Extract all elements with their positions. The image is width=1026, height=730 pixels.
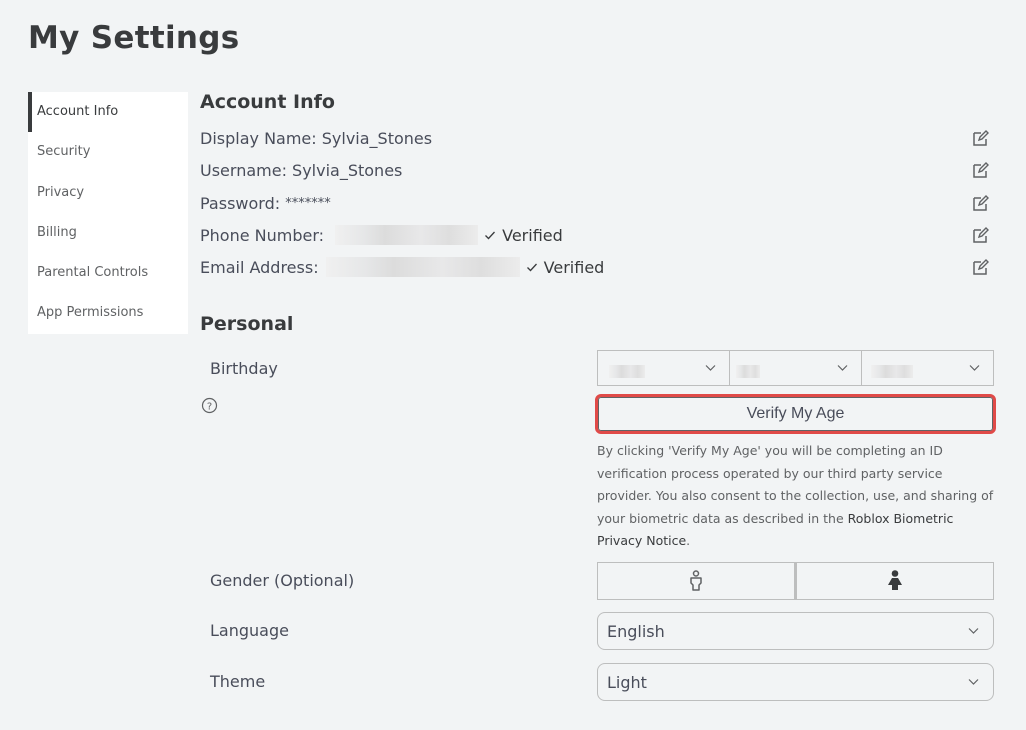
birthday-selectors bbox=[597, 350, 994, 386]
birthday-month-redacted bbox=[609, 365, 645, 378]
sidebar-item-privacy[interactable]: Privacy bbox=[28, 173, 188, 213]
chevron-down-icon bbox=[969, 365, 980, 371]
password-label: Password: bbox=[200, 193, 286, 213]
language-select[interactable]: English bbox=[597, 612, 994, 650]
male-outline-icon bbox=[690, 570, 702, 591]
birthday-day-redacted bbox=[736, 365, 760, 378]
birthday-year-redacted bbox=[871, 365, 913, 378]
birthday-label: Birthday bbox=[210, 359, 278, 378]
email-verified-badge: Verified bbox=[526, 257, 605, 277]
chevron-down-icon bbox=[837, 365, 848, 371]
settings-sidebar: Account Info Security Privacy Billing Pa… bbox=[28, 92, 188, 334]
phone-label: Phone Number: bbox=[200, 225, 330, 245]
theme-select[interactable]: Light bbox=[597, 663, 994, 701]
theme-value: Light bbox=[607, 672, 647, 692]
phone-verified-text: Verified bbox=[502, 225, 563, 245]
email-verified-text: Verified bbox=[543, 257, 605, 277]
sidebar-item-account-info[interactable]: Account Info bbox=[28, 92, 188, 133]
disclaimer-end: . bbox=[686, 533, 691, 548]
question-circle-icon[interactable]: ? bbox=[201, 397, 218, 414]
display-name-label: Display Name: bbox=[200, 128, 322, 148]
svg-text:?: ? bbox=[207, 401, 212, 412]
username-label: Username: bbox=[200, 160, 293, 180]
edit-email-icon[interactable] bbox=[972, 258, 990, 276]
verify-my-age-button[interactable]: Verify My Age bbox=[595, 394, 996, 434]
sidebar-item-parental-controls[interactable]: Parental Controls bbox=[28, 253, 188, 293]
edit-display-name-icon[interactable] bbox=[972, 129, 990, 147]
chevron-down-icon bbox=[968, 628, 979, 634]
edit-username-icon[interactable] bbox=[972, 161, 990, 179]
password-row: Password: ******* bbox=[200, 190, 990, 216]
password-value: ******* bbox=[285, 195, 331, 211]
sidebar-item-billing[interactable]: Billing bbox=[28, 213, 188, 253]
phone-value-redacted bbox=[335, 225, 479, 245]
personal-heading: Personal bbox=[200, 313, 294, 335]
username-row: Username: Sylvia_Stones bbox=[200, 157, 990, 183]
username-value: Sylvia_Stones bbox=[292, 160, 403, 180]
gender-male-button[interactable] bbox=[597, 562, 795, 600]
language-label: Language bbox=[210, 621, 289, 640]
email-row: Email Address: Verified bbox=[200, 254, 990, 280]
gender-female-button[interactable] bbox=[795, 562, 994, 600]
check-icon bbox=[526, 263, 537, 272]
female-filled-icon bbox=[888, 570, 902, 590]
chevron-down-icon bbox=[705, 365, 716, 371]
birthday-year-select[interactable] bbox=[862, 350, 994, 386]
check-icon bbox=[485, 231, 496, 240]
email-label: Email Address: bbox=[200, 257, 324, 277]
phone-verified-badge: Verified bbox=[484, 226, 563, 245]
phone-row: Phone Number: Verified bbox=[200, 222, 990, 248]
display-name-value: Sylvia_Stones bbox=[321, 128, 433, 148]
sidebar-item-security[interactable]: Security bbox=[28, 132, 188, 172]
theme-label: Theme bbox=[210, 672, 266, 691]
verify-disclaimer: By clicking 'Verify My Age' you will be … bbox=[597, 440, 997, 553]
sidebar-item-app-permissions[interactable]: App Permissions bbox=[28, 293, 188, 333]
account-info-heading: Account Info bbox=[200, 91, 335, 113]
chevron-down-icon bbox=[968, 679, 979, 685]
birthday-month-select[interactable] bbox=[597, 350, 730, 386]
email-value-redacted bbox=[325, 257, 520, 277]
language-value: English bbox=[607, 621, 665, 641]
gender-label: Gender (Optional) bbox=[210, 571, 355, 590]
display-name-row: Display Name: Sylvia_Stones bbox=[200, 125, 990, 151]
edit-password-icon[interactable] bbox=[972, 194, 990, 212]
gender-selector bbox=[597, 562, 994, 600]
page-title: My Settings bbox=[28, 20, 240, 56]
edit-phone-icon[interactable] bbox=[972, 226, 990, 244]
birthday-day-select[interactable] bbox=[730, 350, 862, 386]
